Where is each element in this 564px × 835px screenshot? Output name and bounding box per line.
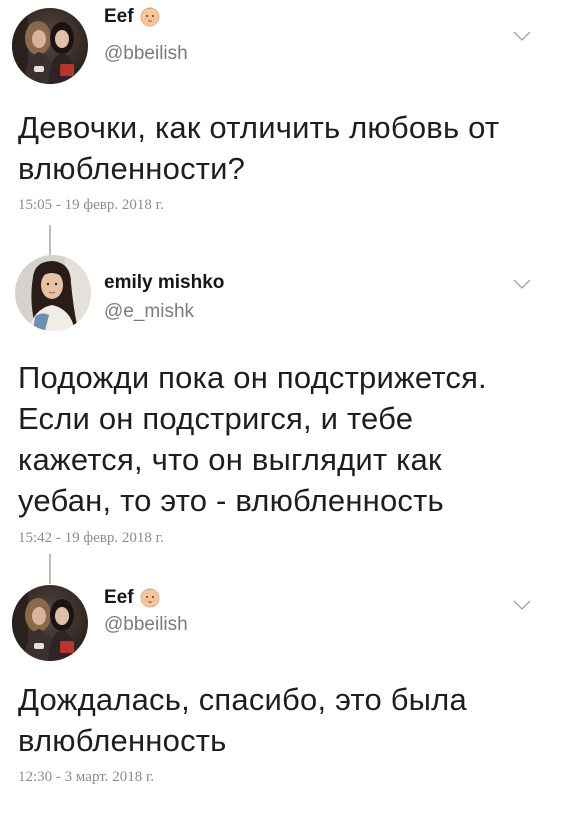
avatar-photo-icon [15,255,91,331]
avatar-photo-icon [12,8,88,84]
tweet-thread: Eef @bbeilish Девочки, как отличить любо… [0,0,564,835]
avatar[interactable] [15,255,91,331]
author-name[interactable]: Eef [104,6,134,28]
tweet-text-line: Девочки, как отличить любовь от [18,110,500,145]
tweet-text-line: уебан, то это - влюбленность [18,483,444,518]
tweet-timestamp[interactable]: 15:05 - 19 февр. 2018 г. [18,196,164,214]
author-handle[interactable]: @e_mishk [104,301,194,323]
baby-emoji-icon [140,7,160,27]
baby-emoji-icon [140,588,160,608]
tweet-text-line: кажется, что он выглядит как [18,442,442,477]
avatar-photo-icon [12,585,88,661]
avatar[interactable] [12,8,88,84]
tweet-text-line: Подожди пока он подстрижется. [18,360,487,395]
thread-connector [49,225,51,255]
tweet-text-line: влюбленность [18,723,227,758]
chevron-down-icon[interactable] [513,600,531,611]
chevron-down-icon[interactable] [513,279,531,290]
chevron-down-icon[interactable] [513,31,531,42]
thread-connector [49,554,51,584]
author-name[interactable]: Eef [104,587,134,609]
author-handle[interactable]: @bbeilish [104,614,188,636]
avatar[interactable] [12,585,88,661]
tweet-text-line: влюбленности? [18,151,246,186]
tweet-text-line: Дождалась, спасибо, это была [18,682,467,717]
tweet-text-line: Если он подстригся, и тебе [18,401,414,436]
author-name[interactable]: emily mishko [104,272,224,294]
tweet-timestamp[interactable]: 15:42 - 19 февр. 2018 г. [18,529,164,547]
author-handle[interactable]: @bbeilish [104,43,188,65]
tweet-timestamp[interactable]: 12:30 - 3 март. 2018 г. [18,768,154,786]
